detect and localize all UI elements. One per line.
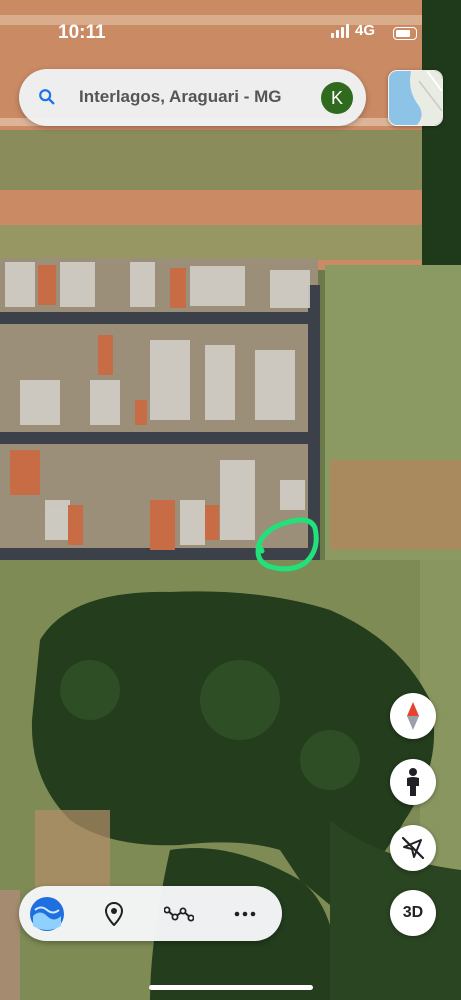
bottom-toolbar	[19, 886, 282, 941]
search-query[interactable]: Interlagos, Araguari - MG	[79, 87, 281, 107]
directions-button[interactable]	[162, 886, 196, 941]
search-icon	[39, 89, 55, 105]
gemini-button[interactable]	[25, 886, 69, 941]
status-bar: 10:11 4G	[0, 0, 461, 56]
street-view-button[interactable]	[390, 759, 436, 805]
saved-places-button[interactable]	[97, 886, 131, 941]
compass-button[interactable]	[390, 693, 436, 739]
network-indicator: 4G	[331, 22, 375, 39]
compass-icon	[407, 702, 419, 730]
gemini-logo-icon	[30, 896, 64, 931]
account-avatar[interactable]: K	[321, 82, 353, 114]
pin-icon	[105, 901, 123, 926]
map-layer-thumbnail-icon	[389, 71, 442, 125]
route-icon	[164, 906, 194, 921]
more-button[interactable]	[228, 886, 262, 941]
location-arrow-off-icon	[401, 836, 425, 860]
three-d-button[interactable]: 3D	[390, 890, 436, 936]
battery-icon	[393, 27, 417, 40]
network-type: 4G	[355, 22, 376, 39]
home-indicator[interactable]	[149, 985, 313, 990]
map-layers-button[interactable]	[388, 70, 443, 126]
pegman-icon	[407, 768, 419, 796]
more-icon	[234, 911, 256, 916]
my-location-button[interactable]	[390, 825, 436, 871]
status-time: 10:11	[58, 22, 106, 43]
search-bar[interactable]: Interlagos, Araguari - MG K	[19, 69, 366, 126]
signal-icon	[331, 23, 349, 38]
